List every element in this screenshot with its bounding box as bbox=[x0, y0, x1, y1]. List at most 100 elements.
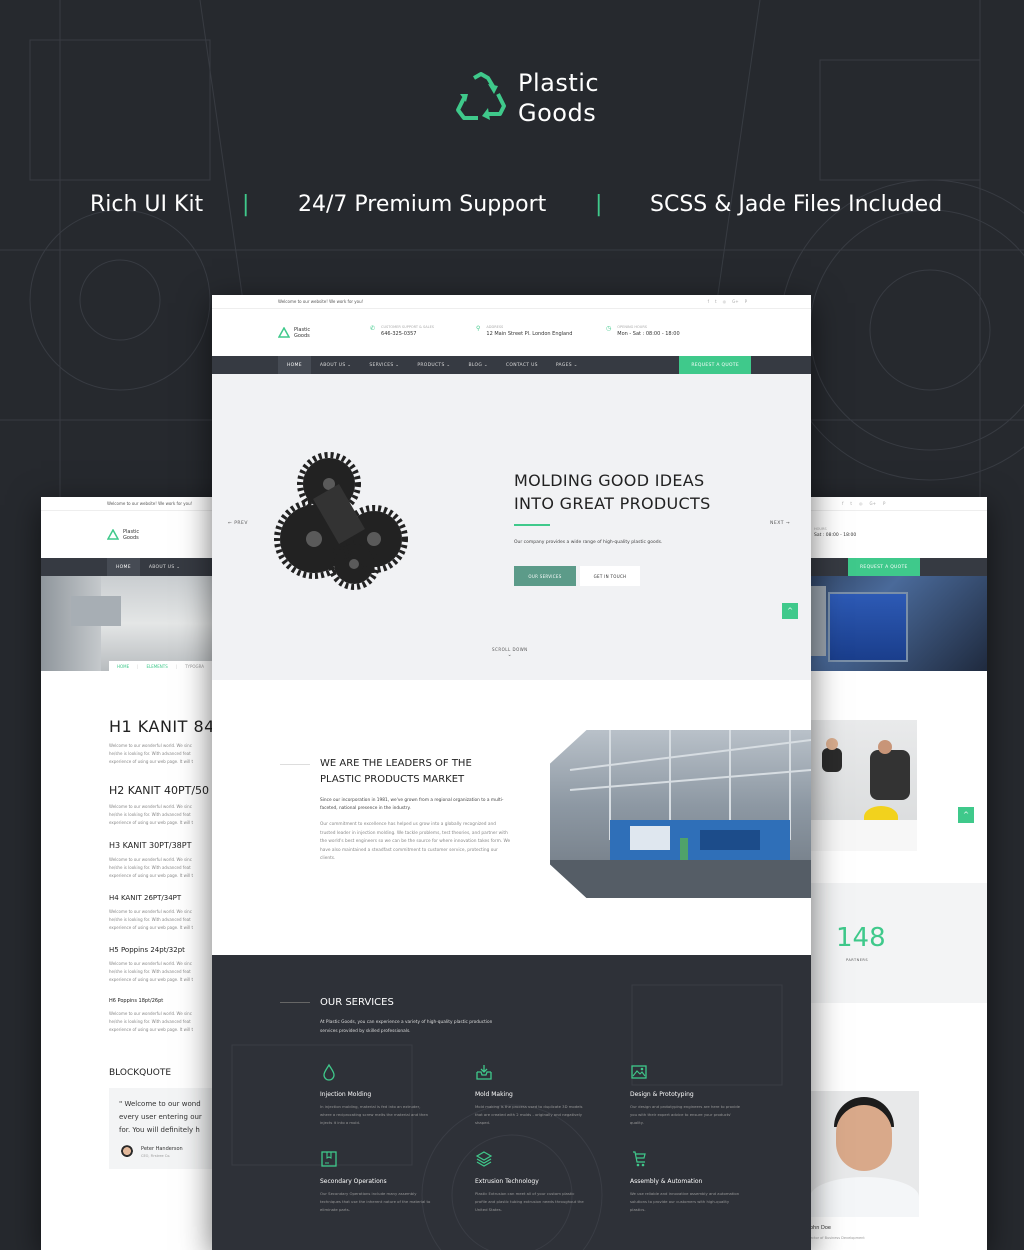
our-services-button[interactable]: OUR SERVICES bbox=[514, 566, 576, 586]
social-links: f t ◎ G+ P bbox=[780, 497, 987, 511]
team-member-name: ohn Doe bbox=[810, 1225, 831, 1231]
twitter-icon[interactable]: t bbox=[715, 299, 717, 304]
service-text: Our design and prototyping engineers are… bbox=[630, 1104, 740, 1125]
service-assembly-automation[interactable]: Assembly & Automation We use reliable an… bbox=[630, 1150, 742, 1214]
google-plus-icon[interactable]: G+ bbox=[870, 501, 876, 506]
brand-line-1: Plastic bbox=[518, 69, 600, 97]
team-member-photo bbox=[810, 1091, 919, 1217]
hours-value: Sat : 08:00 - 18:00 bbox=[814, 533, 857, 538]
site-logo-text[interactable]: Plastic Goods bbox=[294, 327, 310, 339]
social-links: f t ◎ G+ P bbox=[708, 299, 747, 304]
support-label: CUSTOMER SUPPORT & SALES bbox=[381, 325, 435, 329]
about-title: WE ARE THE LEADERS OF THE PLASTIC PRODUC… bbox=[320, 756, 472, 788]
scroll-top-button[interactable]: ^ bbox=[782, 603, 798, 619]
service-text: In injection molding, material is fed in… bbox=[320, 1104, 428, 1125]
service-title: Design & Prototyping bbox=[630, 1091, 694, 1098]
nav-about[interactable]: ABOUT US ⌄ bbox=[311, 356, 360, 374]
service-mold-making[interactable]: Mold Making Mold making is the process u… bbox=[475, 1063, 587, 1127]
logo-line-1: Plastic bbox=[123, 528, 140, 535]
scroll-down[interactable]: SCROLL DOWN ⌄ bbox=[492, 647, 528, 658]
service-design-prototyping[interactable]: Design & Prototyping Our design and prot… bbox=[630, 1063, 742, 1127]
google-plus-icon[interactable]: G+ bbox=[732, 299, 738, 304]
feature-files: SCSS & Jade Files Included bbox=[650, 192, 943, 217]
layers-icon bbox=[475, 1151, 493, 1167]
clock-icon: ◷ bbox=[606, 325, 612, 332]
slider-next[interactable]: NEXT → bbox=[770, 521, 790, 526]
address-label: ADDRESS bbox=[486, 325, 504, 329]
nav-home[interactable]: HOME bbox=[278, 356, 311, 374]
box-icon bbox=[321, 1151, 337, 1167]
pinterest-icon[interactable]: P bbox=[883, 501, 885, 506]
twitter-icon[interactable]: t bbox=[850, 501, 852, 506]
phone-icon: ✆ bbox=[370, 325, 376, 332]
about-paragraph-1: Since our incorporation in 1981, we've g… bbox=[320, 798, 504, 811]
logo-line-1: Plastic bbox=[294, 326, 311, 333]
team-member-role: ector of Business Development bbox=[810, 1236, 865, 1240]
pinterest-icon[interactable]: P bbox=[745, 299, 747, 304]
engineers-photo bbox=[810, 720, 917, 851]
service-title: Injection Molding bbox=[320, 1091, 372, 1098]
site-logo-text[interactable]: Plastic Goods bbox=[123, 529, 139, 541]
partners-count: 148 bbox=[836, 923, 886, 953]
tray-icon bbox=[476, 1065, 492, 1080]
main-nav: REQUEST A QUOTE bbox=[780, 558, 987, 576]
feature-support: 24/7 Premium Support bbox=[298, 192, 547, 217]
nav-pages[interactable]: PAGES ⌄ bbox=[547, 356, 587, 374]
service-title: Extrusion Technology bbox=[475, 1178, 539, 1185]
service-title: Assembly & Automation bbox=[630, 1178, 703, 1185]
hours-label: HOURS bbox=[814, 527, 827, 531]
service-title: Secondary Operations bbox=[320, 1178, 387, 1185]
logo-line-2: Goods bbox=[294, 332, 310, 339]
hero-slider: ← PREV NEXT → MOLDING GOOD IDEAS INTO GR… bbox=[212, 374, 811, 680]
contact-support: ✆ CUSTOMER SUPPORT & SALES 646-325-0357 bbox=[370, 325, 434, 337]
facebook-icon[interactable]: f bbox=[842, 501, 843, 506]
get-in-touch-button[interactable]: GET IN TOUCH bbox=[580, 566, 640, 586]
brand-name: Plastic Goods bbox=[518, 68, 599, 128]
page-banner-image: HOME | ELEMENTS | TYPOGRA bbox=[41, 576, 241, 671]
author-role: CEO, Firstree Co. bbox=[141, 1154, 171, 1158]
scroll-top-button[interactable]: ^ bbox=[958, 807, 974, 823]
map-pin-icon: ⚲ bbox=[476, 325, 481, 332]
brand-logo[interactable]: Plastic Goods bbox=[454, 68, 599, 128]
nav-contact[interactable]: CONTACT US bbox=[497, 356, 547, 374]
slider-prev[interactable]: ← PREV bbox=[228, 521, 248, 526]
instagram-icon[interactable]: ◎ bbox=[859, 501, 863, 506]
request-quote-button[interactable]: REQUEST A QUOTE bbox=[679, 356, 751, 374]
hero-text: Our company provides a wide range of hig… bbox=[514, 540, 663, 545]
breadcrumb-home[interactable]: HOME bbox=[117, 664, 129, 669]
about-title-line-2: PLASTIC PRODUCTS MARKET bbox=[320, 774, 465, 785]
nav-about[interactable]: ABOUT US ⌄ bbox=[140, 558, 189, 576]
breadcrumb-elements[interactable]: ELEMENTS bbox=[147, 664, 168, 669]
welcome-text: Welcome to our website! We work for you! bbox=[107, 501, 193, 506]
facebook-icon[interactable]: f bbox=[708, 299, 709, 304]
nav-products[interactable]: PRODUCTS ⌄ bbox=[408, 356, 459, 374]
preview-home-page: Welcome to our website! We work for you!… bbox=[212, 295, 811, 1250]
hours-label: OPENING HOURS bbox=[617, 325, 648, 329]
service-injection-molding[interactable]: Injection Molding In injection molding, … bbox=[320, 1063, 432, 1127]
support-phone[interactable]: 646-325-0357 bbox=[381, 331, 434, 337]
feature-list: Rich UI Kit | 24/7 Premium Support | SCS… bbox=[0, 192, 1024, 222]
avatar bbox=[119, 1145, 135, 1161]
request-quote-button[interactable]: REQUEST A QUOTE bbox=[848, 558, 920, 576]
contact-hours: ◷ OPENING HOURS Mon - Sat : 08:00 - 18:00 bbox=[606, 325, 680, 337]
factory-illustration bbox=[550, 730, 811, 898]
hero-title-line-2: INTO GREAT PRODUCTS bbox=[514, 494, 711, 513]
service-title: Mold Making bbox=[475, 1091, 513, 1098]
breadcrumb-current: TYPOGRA bbox=[185, 663, 205, 669]
instagram-icon[interactable]: ◎ bbox=[723, 299, 727, 304]
drop-icon bbox=[323, 1063, 335, 1081]
services-section: OUR SERVICES At Plastic Goods, you can e… bbox=[212, 955, 811, 1250]
nav-services[interactable]: SERVICES ⌄ bbox=[360, 356, 408, 374]
service-secondary-operations[interactable]: Secondary Operations Our Secondary Opera… bbox=[320, 1150, 432, 1214]
services-title: OUR SERVICES bbox=[320, 997, 394, 1008]
nav-blog[interactable]: BLOG ⌄ bbox=[459, 356, 496, 374]
service-extrusion-technology[interactable]: Extrusion Technology Plastic Extrusion c… bbox=[475, 1150, 587, 1214]
feature-separator: | bbox=[595, 192, 603, 217]
service-text: Our Secondary Operations include many as… bbox=[320, 1191, 431, 1212]
about-section: WE ARE THE LEADERS OF THE PLASTIC PRODUC… bbox=[212, 680, 811, 955]
brand-line-2: Goods bbox=[518, 99, 597, 127]
counter-section: 148 PARTNERS bbox=[780, 883, 987, 1003]
feature-ui-kit: Rich UI Kit bbox=[90, 192, 204, 217]
nav-home[interactable]: HOME bbox=[107, 558, 140, 576]
hero-title-line-1: MOLDING GOOD IDEAS bbox=[514, 471, 705, 490]
